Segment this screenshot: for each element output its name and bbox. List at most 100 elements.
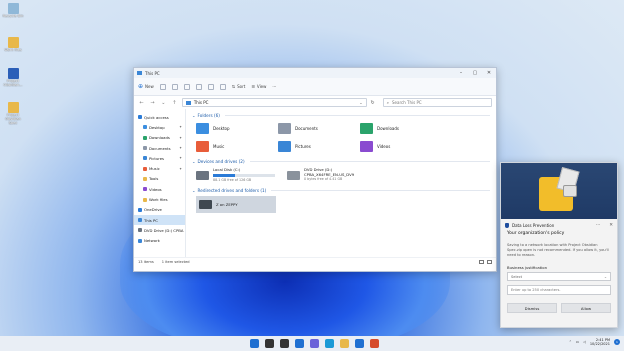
nav-item-pictures[interactable]: Pictures ✦ bbox=[134, 153, 185, 163]
edge-icon[interactable] bbox=[325, 339, 334, 348]
nav-item-work-files[interactable]: Work files bbox=[134, 194, 185, 204]
pictures-folder-icon bbox=[278, 141, 291, 152]
desktop-icon-project-obsidian-spec[interactable]: Project Obsidian Spec bbox=[2, 102, 24, 125]
task-view-icon[interactable] bbox=[280, 339, 289, 348]
search-box[interactable]: ⌕ Search This PC bbox=[382, 98, 493, 107]
folder-documents[interactable]: Documents bbox=[278, 121, 360, 136]
address-row: ← → ⌄ ↑ This PC ⌄ ↻ ⌕ Search This PC bbox=[134, 96, 496, 109]
dlp-banner bbox=[501, 163, 617, 219]
pin-icon: ✦ bbox=[179, 125, 182, 130]
desktop-folder-icon bbox=[196, 123, 209, 134]
chevron-down-icon[interactable]: ⌄ bbox=[359, 100, 362, 105]
word-document-icon bbox=[7, 68, 19, 79]
chat-icon[interactable] bbox=[310, 339, 319, 348]
item-count: 13 items bbox=[138, 259, 154, 264]
widgets-icon[interactable] bbox=[295, 339, 304, 348]
download-icon bbox=[143, 135, 147, 140]
drive-dvd-d[interactable]: DVD Drive (D:) CPBA_X64FRE_EN-US_DV9 0 b… bbox=[287, 167, 354, 183]
more-button[interactable]: ··· bbox=[272, 84, 276, 89]
folder-videos[interactable]: Videos bbox=[360, 139, 442, 154]
chevron-down-icon: ⌄ bbox=[192, 187, 196, 193]
cloud-icon bbox=[138, 207, 142, 212]
network-icon[interactable]: ▭ bbox=[576, 340, 579, 344]
allow-button[interactable]: Allow bbox=[561, 303, 611, 313]
rename-button[interactable] bbox=[195, 83, 202, 90]
nav-item-desktop[interactable]: Desktop ✦ bbox=[134, 122, 185, 132]
notification-badge[interactable]: 1 bbox=[614, 339, 620, 345]
start-icon[interactable] bbox=[250, 339, 259, 348]
nav-item-onedrive[interactable]: OneDrive bbox=[134, 205, 185, 215]
dismiss-button[interactable]: Dismiss bbox=[507, 303, 557, 313]
file-explorer-icon[interactable] bbox=[340, 339, 349, 348]
shield-icon bbox=[505, 222, 509, 228]
chevron-up-icon[interactable]: ⌃ bbox=[569, 340, 572, 344]
minimize-button[interactable]: – bbox=[454, 70, 468, 76]
details-view-icon[interactable] bbox=[479, 259, 484, 264]
tiles-view-icon[interactable] bbox=[487, 259, 492, 264]
close-icon[interactable]: ✕ bbox=[609, 223, 613, 228]
nav-item-music[interactable]: Music ✦ bbox=[134, 163, 185, 173]
drive-usage-bar bbox=[213, 173, 275, 177]
more-options-icon[interactable]: ··· bbox=[596, 223, 600, 228]
recent-button[interactable]: ⌄ bbox=[160, 100, 167, 106]
share-button[interactable] bbox=[207, 83, 214, 90]
nav-item-dvd-drive[interactable]: DVD Drive (D:) CPBA bbox=[134, 225, 185, 235]
desktop-icon-project-obsidian-doc[interactable]: Project Obsidian... bbox=[2, 68, 24, 87]
search-icon[interactable] bbox=[265, 339, 274, 348]
desktop-icon-label: Project Obsidian... bbox=[3, 79, 23, 87]
this-pc-icon bbox=[137, 71, 142, 75]
nav-item-videos[interactable]: Videos bbox=[134, 184, 185, 194]
desktop-icon-work-files[interactable]: Work files bbox=[2, 37, 24, 52]
this-pc-icon bbox=[185, 100, 191, 105]
content-pane: ⌄ Folders (6) Desktop Documents Downloads… bbox=[186, 109, 496, 257]
nav-item-this-pc[interactable]: This PC bbox=[134, 214, 185, 226]
share-icon bbox=[207, 83, 214, 90]
paste-button[interactable] bbox=[183, 83, 190, 90]
volume-icon[interactable]: ◁ bbox=[583, 340, 586, 344]
back-button[interactable]: ← bbox=[138, 100, 145, 106]
clock[interactable]: 2:41 PM 10/22/2021 bbox=[590, 338, 610, 346]
nav-item-network[interactable]: Network bbox=[134, 236, 185, 246]
justification-select[interactable]: Select ⌄ bbox=[507, 272, 611, 281]
zip-folder-icon bbox=[7, 102, 19, 113]
forward-button[interactable]: → bbox=[149, 100, 156, 106]
videos-folder-icon bbox=[360, 141, 373, 152]
rename-icon bbox=[195, 83, 202, 90]
recycle-bin-icon bbox=[7, 3, 19, 14]
maximize-button[interactable]: ▢ bbox=[468, 70, 482, 76]
nav-item-documents[interactable]: Documents ✦ bbox=[134, 143, 185, 153]
office-icon[interactable] bbox=[370, 339, 379, 348]
pictures-icon bbox=[143, 156, 147, 161]
folder-pictures[interactable]: Pictures bbox=[278, 139, 360, 154]
file-explorer-window: This PC – ▢ ✕ ⊕ New ⇅ Sort ☰ View ··· ← bbox=[133, 67, 497, 272]
folder-icon bbox=[143, 176, 147, 181]
drive-local-disk-c[interactable]: Local Disk (C:) 88.1 GB free of 126 GB bbox=[196, 167, 275, 183]
desktop-icon-recycle-bin[interactable]: Recycle Bin bbox=[2, 3, 24, 18]
pin-icon: ✦ bbox=[179, 146, 182, 151]
up-button[interactable]: ↑ bbox=[171, 100, 178, 106]
delete-button[interactable] bbox=[219, 83, 226, 90]
group-header-redirected[interactable]: ⌄ Redirected drives and folders (1) bbox=[192, 186, 490, 194]
nav-item-downloads[interactable]: Downloads ✦ bbox=[134, 133, 185, 143]
view-button[interactable]: ☰ View bbox=[251, 84, 266, 89]
network-drive-z[interactable]: Z on ZEPPY bbox=[196, 196, 276, 213]
folder-downloads[interactable]: Downloads bbox=[360, 121, 442, 136]
copy-icon bbox=[171, 83, 178, 90]
cut-button[interactable] bbox=[159, 83, 166, 90]
justification-textarea[interactable]: Enter up to 250 characters. bbox=[507, 285, 611, 295]
nav-item-tools[interactable]: Tools bbox=[134, 174, 185, 184]
copy-button[interactable] bbox=[171, 83, 178, 90]
pin-icon: ✦ bbox=[179, 135, 182, 140]
folder-desktop[interactable]: Desktop bbox=[196, 121, 278, 136]
nav-item-quick-access[interactable]: Quick access bbox=[134, 112, 185, 122]
folder-music[interactable]: Music bbox=[196, 139, 278, 154]
refresh-button[interactable]: ↻ bbox=[371, 100, 375, 106]
group-header-folders[interactable]: ⌄ Folders (6) bbox=[192, 111, 490, 119]
group-header-devices[interactable]: ⌄ Devices and drives (2) bbox=[192, 157, 490, 165]
new-button[interactable]: ⊕ New bbox=[138, 83, 154, 90]
close-button[interactable]: ✕ bbox=[482, 70, 496, 76]
store-icon[interactable] bbox=[355, 339, 364, 348]
sort-button[interactable]: ⇅ Sort bbox=[232, 84, 246, 89]
window-title: This PC bbox=[145, 70, 160, 76]
address-bar[interactable]: This PC ⌄ bbox=[181, 98, 367, 107]
